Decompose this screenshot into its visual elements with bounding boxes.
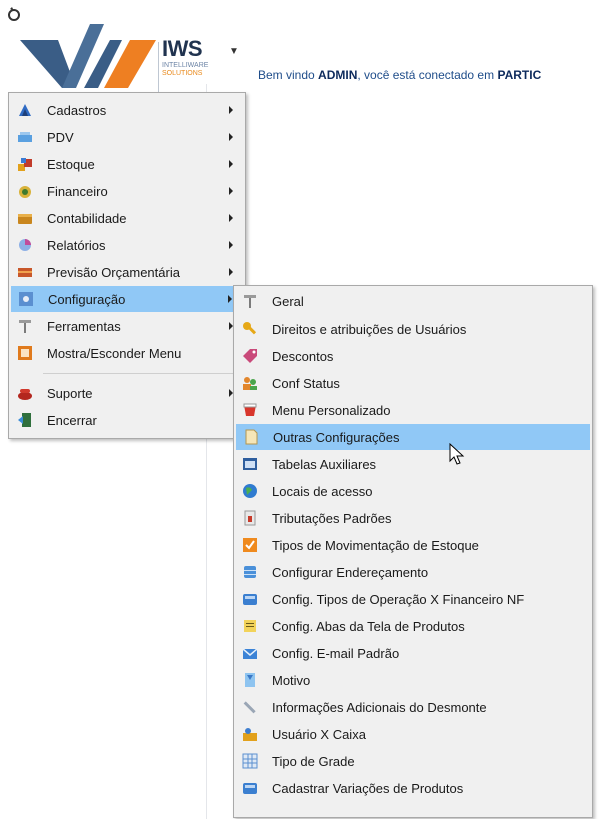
submenu-item-menu-personalizado[interactable]: Menu Personalizado xyxy=(236,397,590,423)
cadastros-icon xyxy=(17,102,33,118)
company-logo xyxy=(20,24,156,88)
submenu-item-motivo[interactable]: Motivo xyxy=(236,667,590,693)
submenu-item-tributacoes-padroes[interactable]: Tributações Padrões xyxy=(236,505,590,531)
brand-name: IWS xyxy=(162,36,203,61)
submenu-arrow-icon xyxy=(229,187,233,195)
email-icon xyxy=(242,645,258,661)
menu-separator xyxy=(43,373,241,374)
configuracao-icon xyxy=(18,291,34,307)
welcome-user: ADMIN xyxy=(318,68,358,82)
mouse-cursor-icon xyxy=(449,443,465,465)
calculator-icon xyxy=(242,591,258,607)
submenu-item-conf-status[interactable]: Conf Status xyxy=(236,370,590,396)
tool-icon xyxy=(242,293,258,309)
financeiro-icon xyxy=(17,183,33,199)
submenu-arrow-icon xyxy=(229,268,233,276)
welcome-company: PARTIC xyxy=(497,68,542,82)
submenu-arrow-icon xyxy=(228,295,232,303)
grid-icon xyxy=(242,753,258,769)
tax-document-icon xyxy=(242,510,258,526)
menu-item-previsao-orcamentaria[interactable]: Previsão Orçamentária xyxy=(11,259,243,285)
brand-subtitle-1: INTELLIWARE xyxy=(162,62,209,69)
menu-item-mostrar-esconder-menu[interactable]: Mostra/Esconder Menu xyxy=(11,340,243,366)
menu-item-relatorios[interactable]: Relatórios xyxy=(11,232,243,258)
welcome-message: Bem vindo ADMIN, você está conectado em … xyxy=(258,68,542,82)
estoque-icon xyxy=(17,156,33,172)
mostrar-menu-icon xyxy=(17,345,33,361)
submenu-item-cadastrar-variacoes[interactable]: Cadastrar Variações de Produtos xyxy=(236,775,590,801)
checkbox-icon xyxy=(242,537,258,553)
submenu-item-tipo-grade[interactable]: Tipo de Grade xyxy=(236,748,590,774)
menu-item-cadastros[interactable]: Cadastros xyxy=(11,97,243,123)
submenu-arrow-icon xyxy=(229,133,233,141)
menu-item-contabilidade[interactable]: Contabilidade xyxy=(11,205,243,231)
configuracao-submenu: Geral Direitos e atribuições de Usuários… xyxy=(233,285,593,818)
submenu-item-outras-configuracoes[interactable]: Outras Configurações xyxy=(236,424,590,450)
menu-item-suporte[interactable]: Suporte xyxy=(11,380,243,406)
brand-block: IWS INTELLIWARE SOLUTIONS xyxy=(162,38,222,78)
previsao-icon xyxy=(17,264,33,280)
user-cashier-icon xyxy=(242,726,258,742)
table-icon xyxy=(242,456,258,472)
menu-item-pdv[interactable]: PDV xyxy=(11,124,243,150)
status-users-icon xyxy=(242,375,258,391)
submenu-item-configurar-enderecamento[interactable]: Configurar Endereçamento xyxy=(236,559,590,585)
ferramentas-icon xyxy=(17,318,33,334)
main-menu: Cadastros PDV Estoque Financeiro Contabi… xyxy=(8,92,246,439)
submenu-item-descontos[interactable]: Descontos xyxy=(236,343,590,369)
submenu-item-config-email-padrao[interactable]: Config. E-mail Padrão xyxy=(236,640,590,666)
brand-separator xyxy=(158,42,159,92)
menu-item-estoque[interactable]: Estoque xyxy=(11,151,243,177)
submenu-item-tabelas-auxiliares[interactable]: Tabelas Auxiliares xyxy=(236,451,590,477)
pdv-icon xyxy=(17,129,33,145)
key-icon xyxy=(242,321,258,337)
chevron-down-icon[interactable]: ▼ xyxy=(229,46,239,57)
submenu-arrow-icon xyxy=(229,106,233,114)
submenu-arrow-icon xyxy=(229,214,233,222)
suporte-icon xyxy=(17,385,33,401)
menu-item-encerrar[interactable]: Encerrar xyxy=(11,407,243,433)
submenu-item-geral[interactable]: Geral xyxy=(236,288,590,314)
submenu-item-direitos-usuarios[interactable]: Direitos e atribuições de Usuários xyxy=(236,316,590,342)
submenu-item-usuario-caixa[interactable]: Usuário X Caixa xyxy=(236,721,590,747)
menu-item-ferramentas[interactable]: Ferramentas xyxy=(11,313,243,339)
encerrar-icon xyxy=(17,412,33,428)
contabilidade-icon xyxy=(17,210,33,226)
submenu-item-config-abas-produtos[interactable]: Config. Abas da Tela de Produtos xyxy=(236,613,590,639)
relatorios-icon xyxy=(17,237,33,253)
submenu-item-tipos-movimentacao-estoque[interactable]: Tipos de Movimentação de Estoque xyxy=(236,532,590,558)
settings-document-icon xyxy=(243,429,259,445)
menu-item-financeiro[interactable]: Financeiro xyxy=(11,178,243,204)
menu-item-configuracao[interactable]: Configuração xyxy=(11,286,243,312)
notes-icon xyxy=(242,618,258,634)
discount-tag-icon xyxy=(242,348,258,364)
globe-icon xyxy=(242,483,258,499)
database-icon xyxy=(242,564,258,580)
submenu-arrow-icon xyxy=(229,241,233,249)
variations-icon xyxy=(242,780,258,796)
submenu-arrow-icon xyxy=(229,160,233,168)
brand-subtitle-2: SOLUTIONS xyxy=(162,70,203,77)
submenu-item-locais-acesso[interactable]: Locais de acesso xyxy=(236,478,590,504)
hourglass-icon xyxy=(242,672,258,688)
submenu-item-config-tipos-operacao[interactable]: Config. Tipos de Operação X Financeiro N… xyxy=(236,586,590,612)
custom-menu-icon xyxy=(242,402,258,418)
submenu-item-info-desmonte[interactable]: Informações Adicionais do Desmonte xyxy=(236,694,590,720)
wrench-icon xyxy=(242,699,258,715)
